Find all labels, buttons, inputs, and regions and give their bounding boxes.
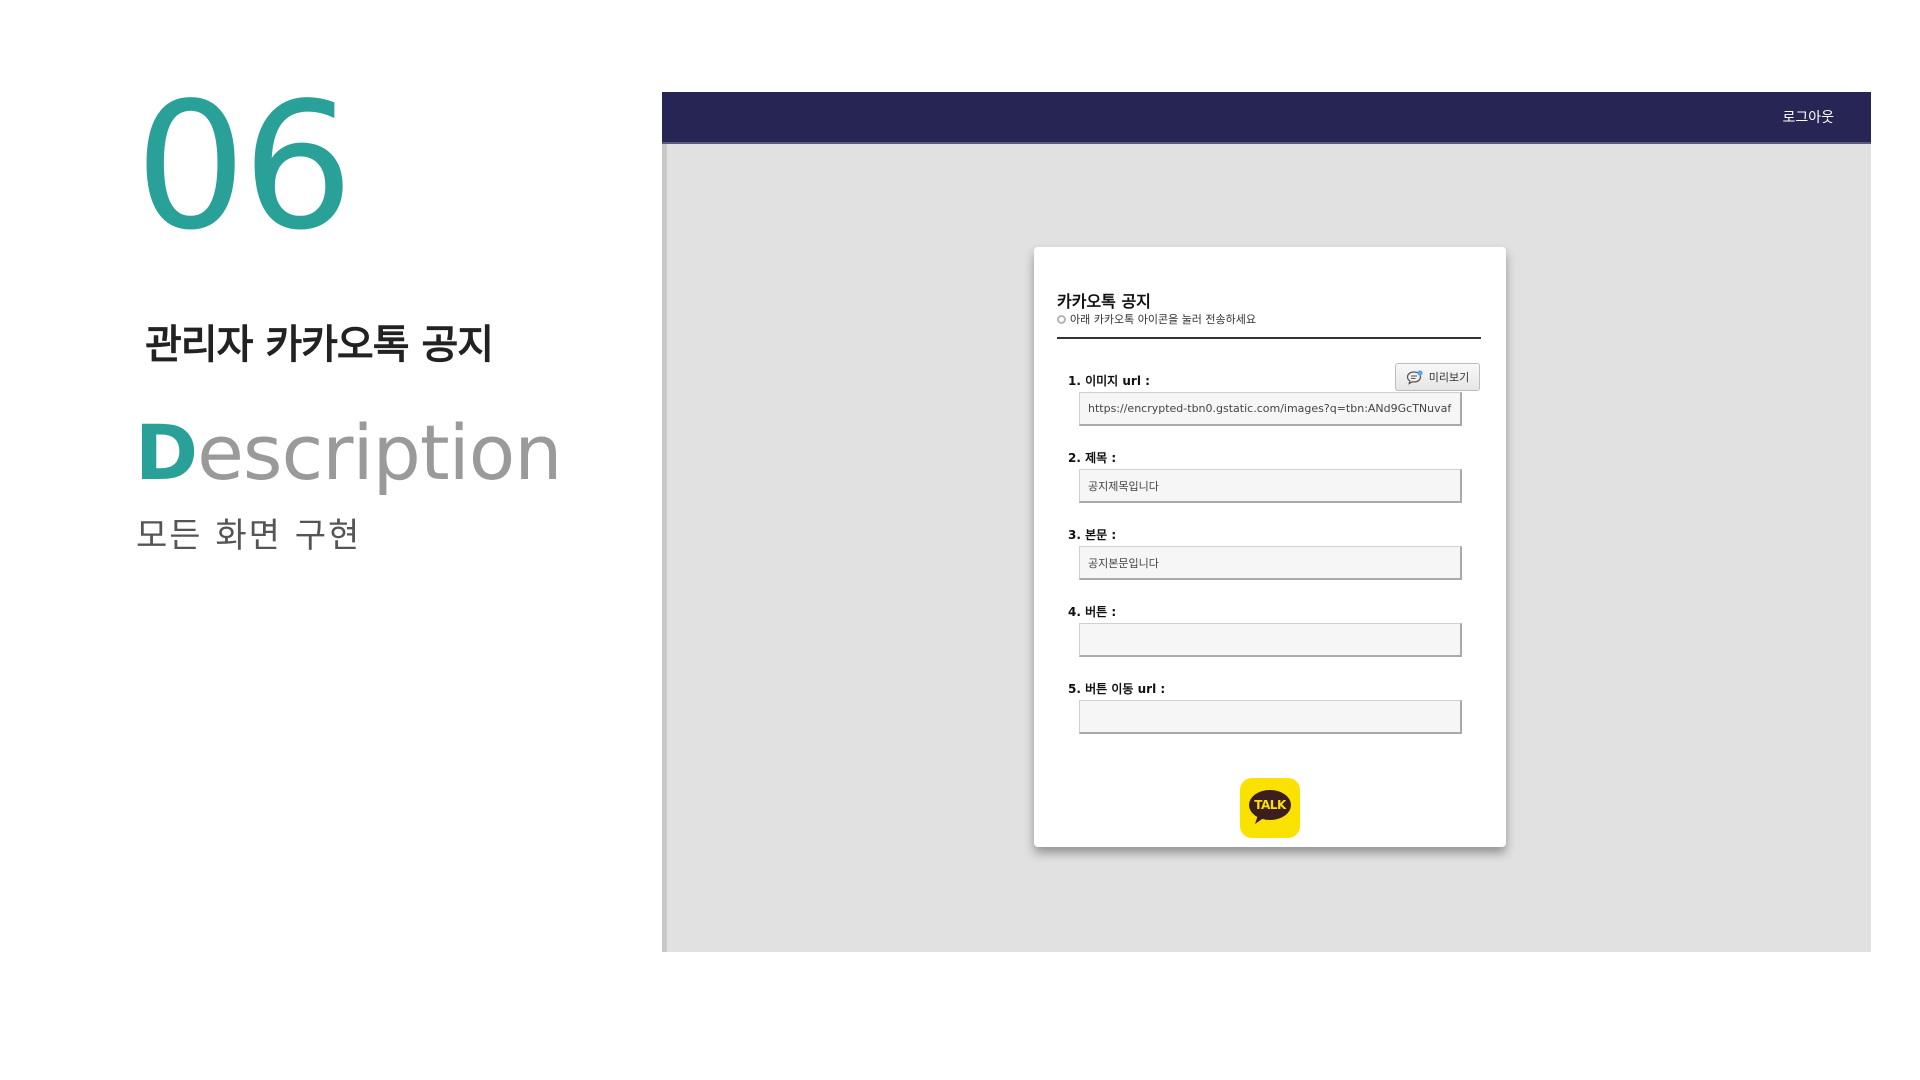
image-url-label: 1. 이미지 url : (1068, 374, 1150, 388)
bullet-circle-icon (1057, 314, 1066, 324)
button-url-input[interactable] (1079, 700, 1462, 734)
admin-screenshot: 로그아웃 카카오톡 공지 아래 카카오톡 아이콘을 눌러 전송하세요 미리보기 … (662, 92, 1871, 952)
preview-button[interactable]: 미리보기 (1395, 363, 1480, 391)
title-divider (1057, 337, 1481, 339)
description-heading: Description (135, 415, 562, 491)
talk-icon-text: TALK (1254, 798, 1286, 812)
card-hint: 아래 카카오톡 아이콘을 눌러 전송하세요 (1057, 311, 1256, 327)
body-label: 3. 본문 : (1068, 528, 1117, 542)
description-initial: D (135, 408, 198, 497)
title-label: 2. 제목 : (1068, 451, 1117, 465)
logout-link[interactable]: 로그아웃 (1782, 107, 1834, 127)
button-text-input[interactable] (1079, 623, 1462, 657)
slide-title: 관리자 카카오톡 공지 (145, 322, 494, 368)
kakao-talk-send-button[interactable]: TALK (1240, 778, 1300, 838)
body-input[interactable] (1079, 546, 1462, 580)
button-url-label: 5. 버튼 이동 url : (1068, 682, 1166, 696)
image-url-input[interactable] (1079, 392, 1462, 426)
kakao-notice-card: 카카오톡 공지 아래 카카오톡 아이콘을 눌러 전송하세요 미리보기 1. 이미… (1034, 247, 1506, 847)
section-number: 06 (135, 66, 354, 269)
button-label: 4. 버튼 : (1068, 605, 1117, 619)
description-rest: escription (197, 408, 562, 497)
card-hint-text: 아래 카카오톡 아이콘을 눌러 전송하세요 (1070, 313, 1257, 326)
title-input[interactable] (1079, 469, 1462, 503)
top-navigation-bar: 로그아웃 (662, 92, 1871, 144)
description-subtitle: 모든 화면 구현 (136, 516, 362, 556)
slide: 06 관리자 카카오톡 공지 Description 모든 화면 구현 로그아웃… (0, 0, 1920, 1080)
preview-button-label: 미리보기 (1428, 371, 1470, 384)
card-title: 카카오톡 공지 (1057, 292, 1151, 311)
chat-bubble-icon (1406, 369, 1423, 385)
